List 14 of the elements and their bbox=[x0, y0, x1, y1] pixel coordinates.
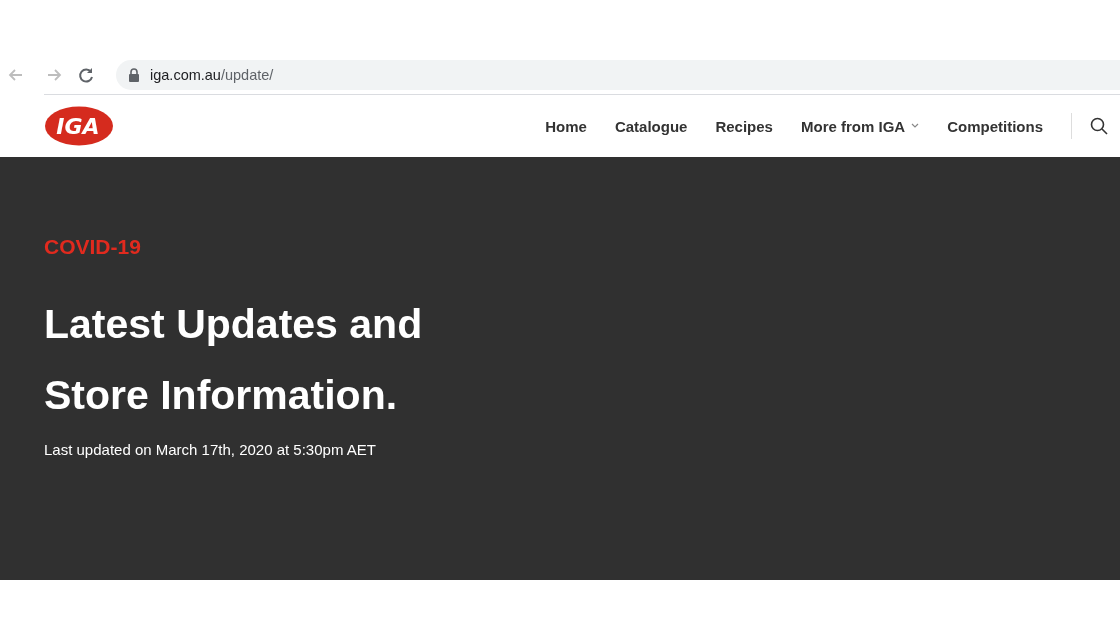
logo[interactable]: IGA bbox=[44, 106, 114, 146]
search-icon[interactable] bbox=[1090, 117, 1108, 135]
nav-link[interactable]: Catalogue bbox=[614, 117, 688, 135]
section-label: COVID-19 bbox=[44, 235, 142, 259]
nav-link[interactable]: Recipes bbox=[715, 117, 773, 135]
nav-link[interactable]: Competitions bbox=[947, 117, 1043, 135]
last-updated-text: Last updated on March 17th, 2020 at 5:30pm AET bbox=[44, 441, 377, 458]
nav-link[interactable]: Home bbox=[545, 117, 587, 135]
hero-title-line: Latest Updates and bbox=[44, 300, 424, 349]
lock-icon bbox=[128, 68, 140, 82]
nav-link[interactable]: More from IGA bbox=[800, 117, 920, 135]
caret-icon bbox=[911, 123, 920, 129]
address-bar[interactable]: iga.com.au/update/ bbox=[116, 60, 1120, 90]
hero-title-line: Store Information. bbox=[44, 371, 399, 420]
